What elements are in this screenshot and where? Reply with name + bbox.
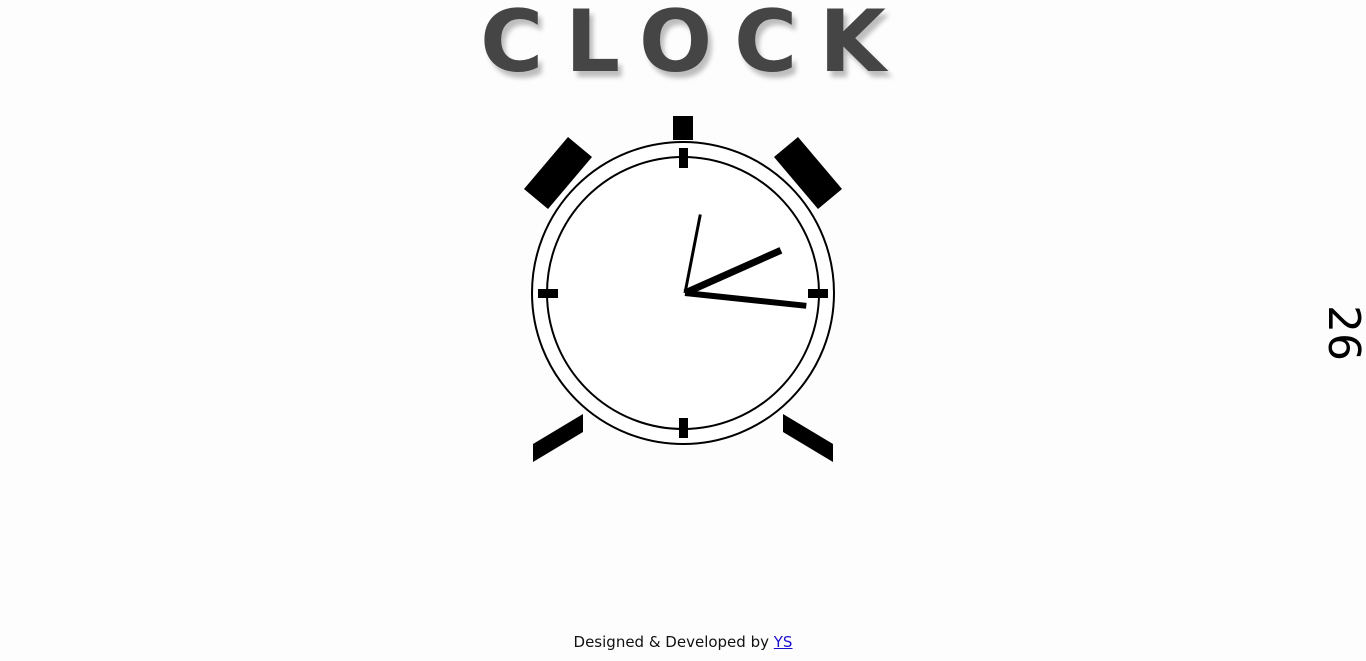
footer-credit-text: Designed & Developed by (573, 633, 769, 651)
clock-inner-ring (546, 156, 820, 430)
tick-9 (538, 289, 558, 298)
alarm-clock (524, 116, 842, 462)
tick-6 (679, 418, 688, 438)
clock-page: CLOCK 26 Designed & Developed by YS (0, 0, 1366, 661)
clock-top-knob (673, 116, 693, 140)
author-link[interactable]: YS (774, 633, 793, 651)
tick-12 (679, 148, 688, 168)
footer: Designed & Developed by YS (0, 631, 1366, 653)
clock-right-leg (783, 414, 833, 462)
tick-3 (808, 289, 828, 298)
clock-left-leg (533, 414, 583, 462)
side-counter: 26 (1318, 305, 1366, 361)
